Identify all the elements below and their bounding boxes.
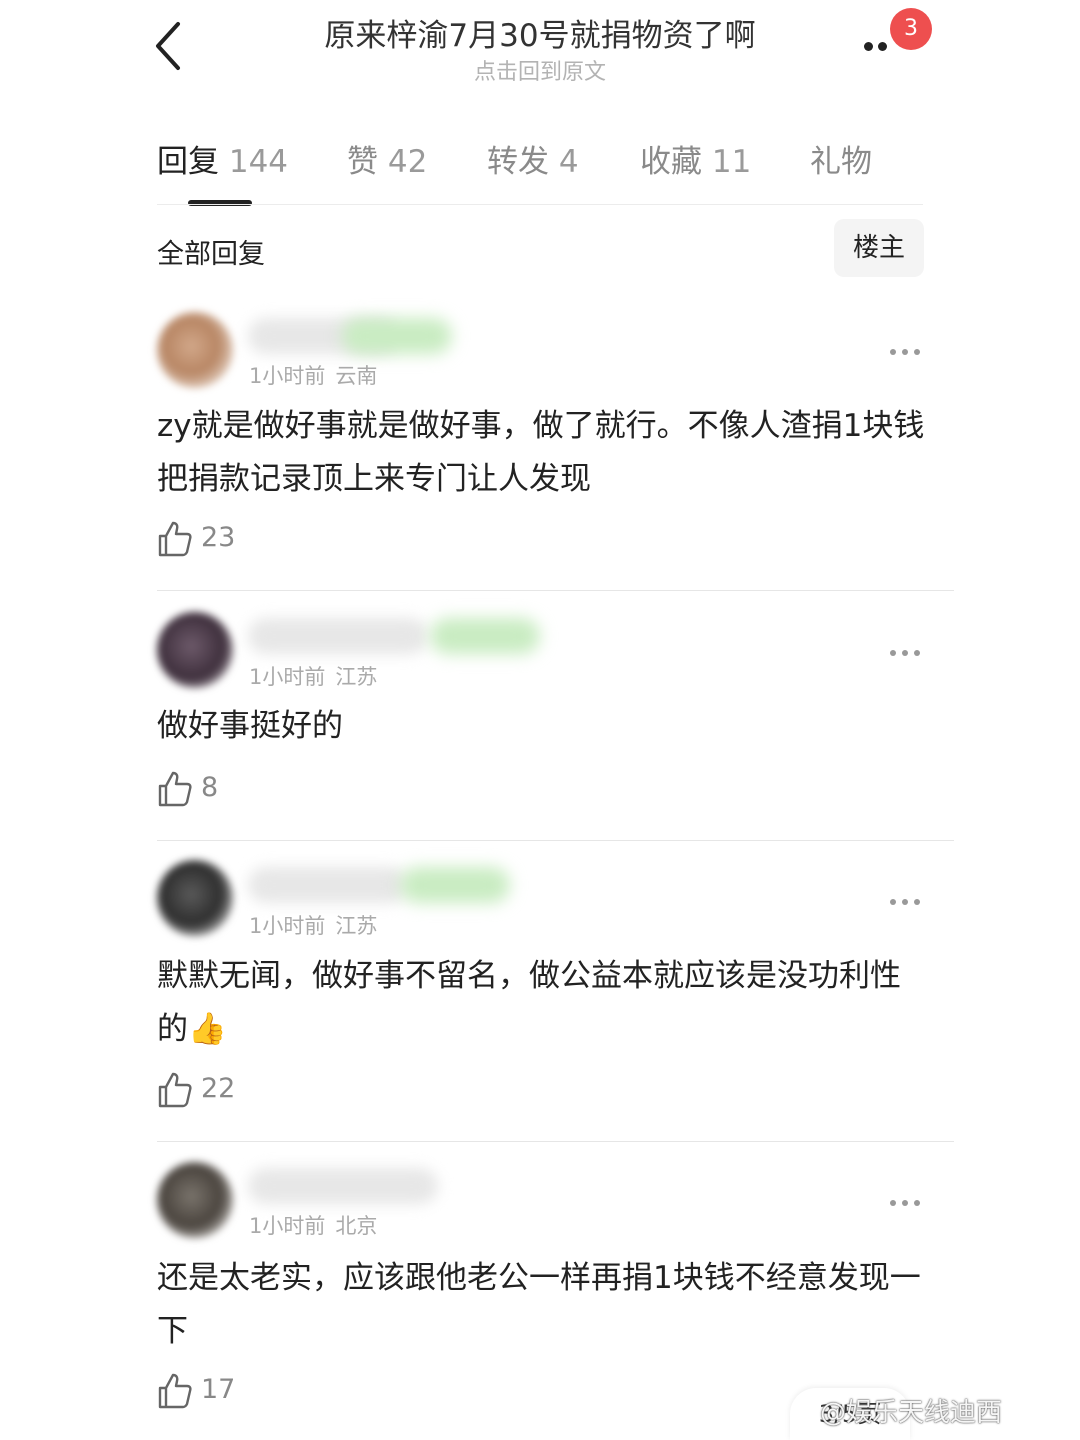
comment-location: 江苏 xyxy=(335,665,378,689)
comment-more-button[interactable] xyxy=(888,643,924,663)
comment-meta: 1小时前 北京 xyxy=(249,1210,377,1240)
ellipsis-icon xyxy=(902,899,908,905)
like-count: 23 xyxy=(201,522,236,553)
avatar[interactable] xyxy=(157,1162,233,1238)
tab-label: 赞 xyxy=(347,144,378,180)
tab-count: 4 xyxy=(558,144,579,180)
thumbs-up-icon xyxy=(158,771,192,807)
owner-filter-button[interactable]: 楼主 xyxy=(834,219,924,277)
comment-time: 1小时前 xyxy=(249,914,326,938)
top-bar: 原来梓渝7月30号就捐物资了啊 点击回到原文 3 xyxy=(0,0,1080,100)
tab-favorites[interactable]: 收藏 11 xyxy=(640,136,751,181)
tab-label: 礼物 xyxy=(810,144,872,180)
comment-meta: 1小时前 江苏 xyxy=(249,661,377,691)
like-count: 8 xyxy=(201,772,219,803)
tab-replies[interactable]: 回复 144 xyxy=(157,136,288,181)
chevron-left-icon xyxy=(156,22,180,70)
avatar[interactable] xyxy=(157,612,233,688)
ellipsis-icon xyxy=(902,650,908,656)
all-replies-heading: 全部回复 xyxy=(157,239,265,270)
more-dots-icon xyxy=(864,42,873,51)
username-blurred[interactable] xyxy=(248,867,408,903)
ellipsis-icon xyxy=(902,349,908,355)
tab-bar: 回复 144 赞 42 转发 4 收藏 11 礼物 xyxy=(0,120,1080,206)
user-tag-blurred xyxy=(342,318,452,354)
tab-label: 回复 xyxy=(157,144,219,180)
comment-more-button[interactable] xyxy=(888,1193,924,1213)
avatar[interactable] xyxy=(157,860,233,936)
tab-count: 144 xyxy=(228,144,289,180)
comment-text: 默默无闻，做好事不留名，做公益本就应该是没功利性的👍 xyxy=(157,958,901,1047)
like-count: 22 xyxy=(201,1073,236,1104)
ellipsis-icon xyxy=(914,349,920,355)
divider xyxy=(157,204,923,205)
comment-location: 江苏 xyxy=(335,914,378,938)
ellipsis-icon xyxy=(914,650,920,656)
thumbs-up-icon xyxy=(158,1373,192,1409)
thumbs-up-icon xyxy=(158,1072,192,1108)
tab-gifts[interactable]: 礼物 xyxy=(810,136,872,181)
post-title[interactable]: 原来梓渝7月30号就捐物资了啊 xyxy=(250,10,830,55)
comment-more-button[interactable] xyxy=(888,892,924,912)
ellipsis-icon xyxy=(914,1200,920,1206)
ellipsis-icon xyxy=(890,1200,896,1206)
username-blurred[interactable] xyxy=(248,618,428,654)
user-tag-blurred xyxy=(400,867,510,903)
tab-label: 转发 xyxy=(487,144,549,180)
comment-meta: 1小时前 江苏 xyxy=(249,910,377,940)
comment-time: 1小时前 xyxy=(249,665,326,689)
avatar[interactable] xyxy=(157,312,233,388)
ellipsis-icon xyxy=(890,899,896,905)
more-dots-icon xyxy=(878,42,887,51)
back-to-post-link[interactable]: 点击回到原文 xyxy=(250,54,830,86)
comment-more-button[interactable] xyxy=(888,342,924,362)
username-blurred[interactable] xyxy=(248,1168,438,1204)
like-count: 17 xyxy=(201,1374,236,1405)
user-tag-blurred xyxy=(430,618,540,654)
back-button[interactable] xyxy=(148,18,192,74)
ellipsis-icon xyxy=(890,650,896,656)
tab-reposts[interactable]: 转发 4 xyxy=(487,136,579,181)
comment-text: 做好事挺好的 xyxy=(157,708,343,744)
divider xyxy=(157,1141,954,1142)
comment-meta: 1小时前 云南 xyxy=(249,360,377,390)
comment-time: 1小时前 xyxy=(249,1214,326,1238)
comment-location: 云南 xyxy=(335,364,378,388)
ellipsis-icon xyxy=(890,349,896,355)
tab-likes[interactable]: 赞 42 xyxy=(347,136,427,181)
ellipsis-icon xyxy=(902,1200,908,1206)
watermark: @娱乐天线迪西 xyxy=(820,1398,1003,1428)
divider xyxy=(157,840,954,841)
divider xyxy=(157,590,954,591)
comment-text: 还是太老实，应该跟他老公一样再捐1块钱不经意发现一下 xyxy=(157,1260,921,1349)
comment-location: 北京 xyxy=(335,1214,378,1238)
tab-count: 42 xyxy=(387,144,428,180)
ellipsis-icon xyxy=(914,899,920,905)
tab-count: 11 xyxy=(711,144,752,180)
comment-time: 1小时前 xyxy=(249,364,326,388)
thumbs-up-icon xyxy=(158,521,192,557)
comment-text: zy就是做好事就是做好事，做了就行。不像人渣捐1块钱把捐款记录顶上来专门让人发现 xyxy=(157,408,925,497)
active-tab-indicator xyxy=(188,200,252,206)
notification-badge: 3 xyxy=(890,8,932,50)
tab-label: 收藏 xyxy=(640,144,702,180)
